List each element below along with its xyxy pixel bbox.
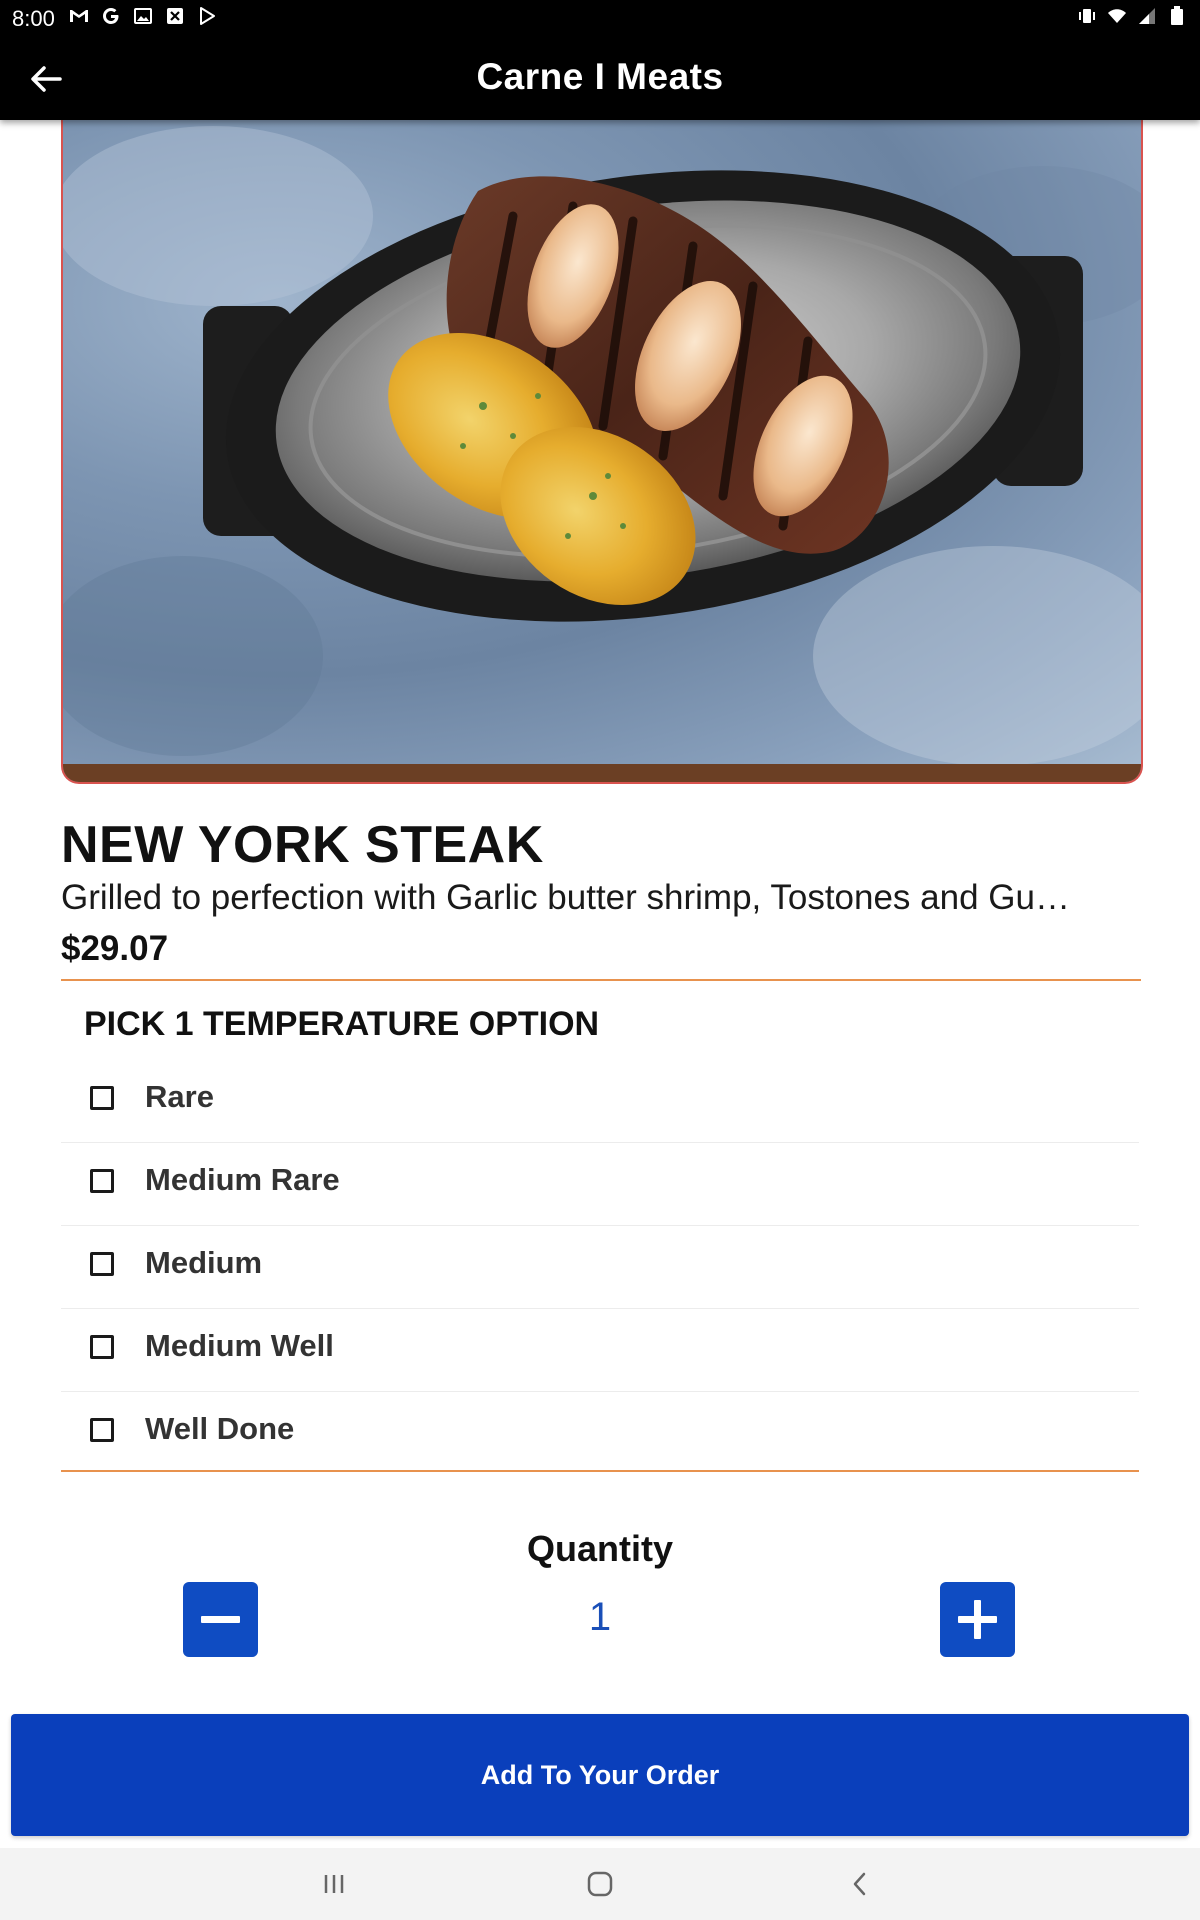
minus-icon — [201, 1616, 240, 1623]
status-time: 8:00 — [12, 6, 55, 31]
plus-icon — [958, 1600, 997, 1639]
product-image — [61, 96, 1143, 784]
section-divider — [61, 1470, 1139, 1472]
section-divider — [61, 979, 1141, 981]
system-back-button[interactable] — [838, 1862, 882, 1906]
system-nav-bar — [0, 1848, 1200, 1920]
option-well-done[interactable]: Well Done — [61, 1392, 1139, 1474]
play-store-icon — [196, 6, 218, 28]
options-title: PICK 1 TEMPERATURE OPTION — [84, 1005, 600, 1043]
option-medium-well[interactable]: Medium Well — [61, 1309, 1139, 1392]
app-bar: Carne I Meats — [0, 38, 1200, 120]
battery-icon — [1166, 6, 1188, 28]
chevron-left-icon — [853, 1872, 866, 1896]
home-button[interactable] — [578, 1862, 622, 1906]
system-icons — [1076, 6, 1188, 28]
quantity-value: 1 — [588, 1595, 612, 1639]
option-rare[interactable]: Rare — [61, 1060, 1139, 1143]
vibrate-icon — [1076, 6, 1098, 28]
option-label: Medium Rare — [145, 1162, 340, 1197]
decrease-quantity-button[interactable] — [183, 1582, 258, 1657]
google-icon — [100, 6, 122, 28]
product-description: Grilled to perfection with Garlic butter… — [61, 878, 1070, 917]
checkbox[interactable] — [90, 1169, 114, 1193]
recent-apps-icon — [324, 1875, 344, 1893]
option-label: Well Done — [145, 1411, 295, 1446]
recent-apps-button[interactable] — [312, 1862, 356, 1906]
checkbox[interactable] — [90, 1086, 114, 1110]
page-title: Carne I Meats — [476, 56, 724, 97]
add-to-order-button[interactable]: Add To Your Order — [11, 1714, 1189, 1836]
gmail-icon — [68, 6, 90, 28]
temperature-options: Rare Medium Rare Medium Medium Well Well… — [61, 1060, 1139, 1474]
increase-quantity-button[interactable] — [940, 1582, 1015, 1657]
checkbox[interactable] — [90, 1252, 114, 1276]
home-icon — [587, 1871, 613, 1897]
option-label: Medium Well — [145, 1328, 334, 1363]
image-icon — [132, 6, 154, 28]
signal-icon — [1136, 6, 1158, 28]
checkbox[interactable] — [90, 1335, 114, 1359]
product-price: $29.07 — [61, 929, 169, 968]
option-label: Rare — [145, 1079, 214, 1114]
product-name: NEW YORK STEAK — [61, 816, 544, 874]
close-box-icon — [164, 6, 186, 28]
quantity-label: Quantity — [526, 1528, 673, 1569]
checkbox[interactable] — [90, 1418, 114, 1442]
option-medium[interactable]: Medium — [61, 1226, 1139, 1309]
status-bar: 8:00 — [0, 0, 1200, 38]
notification-icons — [68, 6, 218, 28]
option-label: Medium — [145, 1245, 263, 1280]
wifi-icon — [1106, 6, 1128, 28]
option-medium-rare[interactable]: Medium Rare — [61, 1143, 1139, 1226]
